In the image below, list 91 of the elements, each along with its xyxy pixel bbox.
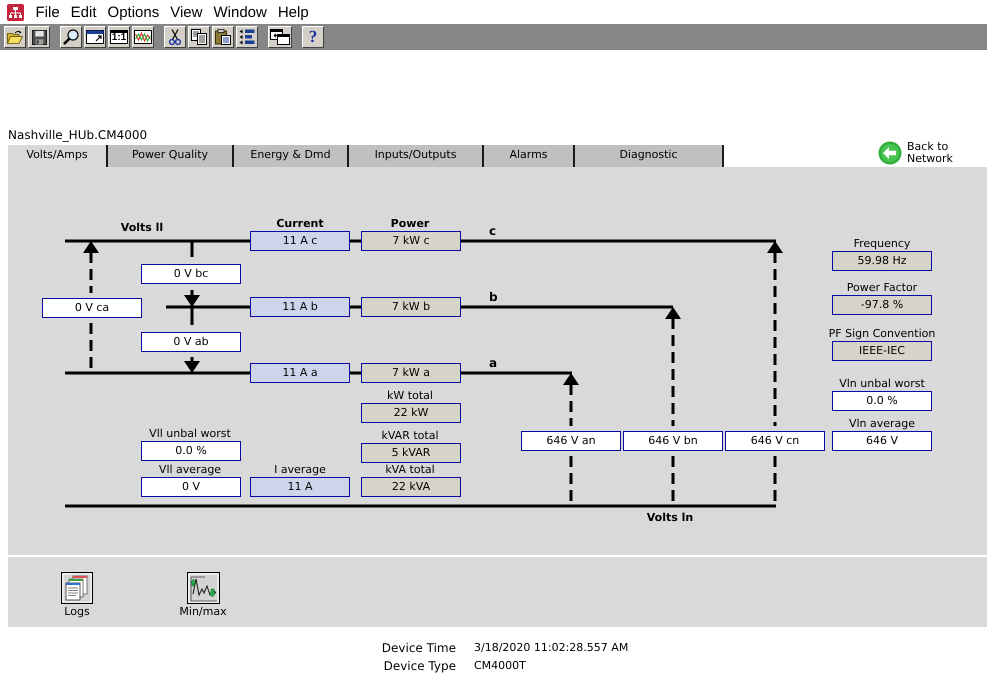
voltage-readout: 0 V ab: [141, 332, 241, 352]
toolbar-button[interactable]: [28, 26, 50, 48]
down-arrow: [184, 290, 200, 307]
readout-label: Vln unbal worst: [839, 377, 925, 390]
tab[interactable]: Alarms: [484, 145, 575, 167]
toolbar-button[interactable]: ?: [302, 26, 324, 48]
dashed-arrow: [83, 241, 99, 293]
voltage-readout: 0.0 %: [141, 441, 241, 461]
clipboard-icon: [215, 29, 231, 45]
power-readout: 7 kW b: [361, 297, 461, 317]
phase-label: c: [489, 224, 496, 239]
menu-item[interactable]: Window: [208, 4, 272, 20]
readout-label: kVAR total: [382, 429, 438, 442]
tab[interactable]: Energy & Dmd: [234, 145, 349, 167]
voltage-readout: 646 V an: [521, 431, 621, 451]
device-info-label: Device Type: [384, 658, 456, 674]
menu-item[interactable]: Edit: [65, 4, 102, 20]
list-arrows-icon: [239, 29, 255, 45]
menu-item[interactable]: Help: [272, 4, 314, 20]
system-readout: 59.98 Hz: [832, 251, 932, 271]
toolbar-button[interactable]: [212, 26, 234, 48]
readout-label: Vll unbal worst: [149, 427, 231, 440]
device-title: Nashville_HUb.CM4000: [8, 128, 148, 144]
current-readout: 11 A c: [250, 231, 350, 251]
connector-line: [190, 241, 194, 257]
toolbar-button[interactable]: [236, 26, 258, 48]
menu-item[interactable]: Options: [102, 4, 165, 20]
network-tree-icon: [7, 4, 24, 20]
voltage-readout: 646 V bn: [623, 431, 723, 451]
voltage-readout: 0.0 %: [832, 391, 932, 411]
system-readout: IEEE-IEC: [832, 341, 932, 361]
windows-icon: [270, 29, 290, 45]
tab[interactable]: Diagnostic: [575, 145, 724, 167]
power-readout: 7 kW a: [361, 363, 461, 383]
power-readout: 22 kVA: [361, 477, 461, 497]
current-readout: 11 A: [250, 477, 350, 497]
voltage-readout: 0 V: [141, 477, 241, 497]
connector-line: [190, 307, 194, 325]
readout-label: I average: [274, 463, 326, 476]
readout-label: kW total: [387, 389, 433, 402]
column-heading: Current: [276, 216, 324, 231]
voltage-readout: 0 V bc: [141, 264, 241, 284]
system-readout: -97.8 %: [832, 295, 932, 315]
section-heading: Volts ln: [646, 510, 694, 525]
readout-label: Vln average: [848, 417, 916, 430]
toolbar-button[interactable]: [268, 26, 292, 48]
back-arrow-icon[interactable]: [878, 141, 902, 165]
chart-arrows-icon: [186, 572, 220, 604]
device-info-value: CM4000T: [474, 658, 526, 674]
dashed-arrow: [563, 373, 579, 426]
voltage-readout: 646 V: [832, 431, 932, 451]
toolbar-button[interactable]: [84, 26, 106, 48]
phase-label: a: [489, 356, 498, 371]
section-heading: Volts ll: [120, 220, 164, 235]
documents-icon: [61, 572, 93, 604]
shortcut-button[interactable]: Logs: [47, 572, 107, 618]
copy-icon: [191, 29, 207, 45]
power-readout: 7 kW c: [361, 231, 461, 251]
device-info-value: 3/18/2020 11:02:28.557 AM: [474, 640, 628, 656]
tab[interactable]: Volts/Amps: [8, 145, 108, 167]
phase-label: b: [489, 290, 498, 305]
current-readout: 11 A b: [250, 297, 350, 317]
voltage-readout: 646 V cn: [725, 431, 825, 451]
toolbar-button[interactable]: [132, 26, 154, 48]
toolbar-button[interactable]: [164, 26, 186, 48]
menu-item[interactable]: View: [164, 4, 208, 20]
down-arrow: [184, 357, 200, 373]
scissors-icon: [169, 29, 181, 45]
line-chart-icon: [134, 30, 152, 44]
back-link[interactable]: Back to Network: [907, 141, 963, 165]
column-heading: Power: [390, 216, 430, 231]
readout-label: PF Sign Convention: [828, 327, 936, 340]
power-readout: 5 kVAR: [361, 443, 461, 463]
toolbar-button[interactable]: [60, 26, 82, 48]
readout-label: Vll average: [158, 463, 222, 476]
toolbar-button[interactable]: [188, 26, 210, 48]
magnifier-icon: [63, 29, 79, 45]
current-readout: 11 A a: [250, 363, 350, 383]
tab[interactable]: Inputs/Outputs: [349, 145, 484, 167]
readout-label: kVA total: [385, 463, 435, 476]
shortcut-button[interactable]: Min/max: [173, 572, 233, 618]
readout-label: Frequency: [854, 237, 910, 250]
readout-label: Power Factor: [846, 281, 918, 294]
menu-item[interactable]: File: [30, 4, 66, 20]
voltage-readout: 0 V ca: [42, 298, 142, 318]
tab[interactable]: Power Quality: [108, 145, 234, 167]
toolbar-button[interactable]: [4, 26, 26, 48]
power-readout: 22 kW: [361, 403, 461, 423]
toolbar-button[interactable]: 1:1: [108, 26, 130, 48]
folder-icon: [7, 30, 23, 44]
device-info-label: Device Time: [382, 640, 456, 656]
